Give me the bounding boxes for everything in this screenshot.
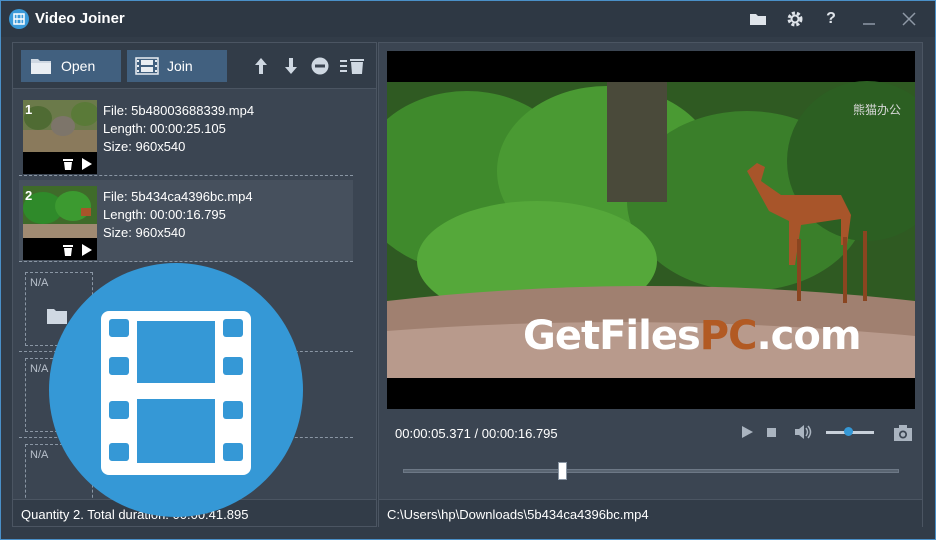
close-icon[interactable] [897, 7, 921, 31]
file-length: Length: 00:00:25.105 [103, 121, 226, 136]
open-button-label: Open [61, 58, 96, 74]
volume-icon[interactable] [793, 424, 813, 440]
empty-slot-label: N/A [30, 277, 49, 289]
file-meta: File: 5b48003688339.mp4 Length: 00:00:25… [103, 102, 254, 156]
empty-slot-label: N/A [30, 449, 49, 461]
thumbnail-image [23, 100, 97, 152]
brand-overlay-part-a: GetFiles [523, 313, 701, 359]
open-button[interactable]: Open [21, 50, 121, 82]
app-logo-icon [9, 9, 29, 29]
move-down-icon[interactable] [281, 56, 301, 76]
list-item-selected[interactable]: 2 File: 5b434ca4396bc.mp4 Length: 00:00:… [19, 180, 353, 262]
video-thumbnail: 2 [23, 186, 97, 260]
video-thumbnail: 1 [23, 100, 97, 174]
brand-overlay-part-c: .com [756, 313, 861, 359]
empty-slot-label: N/A [30, 363, 49, 375]
preview-panel: 熊猫办公 GetFilesPC.com 00:00:05.371 / 00:00… [378, 42, 923, 527]
file-name: File: 5b434ca4396bc.mp4 [103, 189, 253, 204]
minimize-icon[interactable] [857, 7, 881, 31]
stop-icon[interactable] [763, 424, 779, 440]
app-window: Video Joiner ? Open Join 1 File: 5b48003… [0, 0, 936, 540]
play-item-icon[interactable] [79, 243, 93, 257]
open-folder-icon [31, 59, 51, 74]
item-index: 2 [25, 188, 33, 203]
gear-icon[interactable] [783, 7, 807, 31]
camera-icon[interactable] [893, 424, 913, 442]
seek-bar[interactable] [403, 469, 899, 473]
remove-icon[interactable] [310, 56, 330, 76]
file-name: File: 5b48003688339.mp4 [103, 103, 255, 118]
clear-list-icon[interactable] [339, 56, 367, 76]
seek-handle[interactable] [558, 462, 567, 480]
join-button-label: Join [167, 58, 193, 74]
film-logo-icon [49, 263, 303, 517]
join-button[interactable]: Join [127, 50, 227, 82]
thumbnail-image [23, 186, 97, 238]
file-meta: File: 5b434ca4396bc.mp4 Length: 00:00:16… [103, 188, 253, 242]
file-size: Size: 960x540 [103, 139, 186, 154]
status-bar-right: C:\Users\hp\Downloads\5b434ca4396bc.mp4 [379, 499, 922, 527]
title-bar: Video Joiner ? [1, 1, 935, 37]
window-title: Video Joiner [35, 10, 125, 27]
brand-overlay: GetFilesPC.com [523, 313, 862, 359]
item-index: 1 [25, 102, 33, 117]
folder-icon[interactable] [746, 7, 770, 31]
help-icon[interactable]: ? [819, 7, 843, 31]
delete-item-icon[interactable] [61, 243, 75, 257]
list-item[interactable]: 1 File: 5b48003688339.mp4 Length: 00:00:… [19, 94, 353, 176]
file-length: Length: 00:00:16.795 [103, 207, 226, 222]
video-watermark: 熊猫办公 [852, 103, 901, 117]
playback-time: 00:00:05.371 / 00:00:16.795 [395, 426, 558, 441]
video-preview[interactable]: 熊猫办公 GetFilesPC.com [387, 51, 915, 409]
move-up-icon[interactable] [251, 56, 271, 76]
delete-item-icon[interactable] [61, 157, 75, 171]
volume-slider-knob[interactable] [844, 427, 853, 436]
brand-overlay-part-b: PC [699, 313, 758, 359]
file-size: Size: 960x540 [103, 225, 186, 240]
list-toolbar: Open Join [13, 43, 376, 89]
film-strip-icon [135, 57, 159, 75]
play-item-icon[interactable] [79, 157, 93, 171]
play-icon[interactable] [739, 424, 755, 440]
